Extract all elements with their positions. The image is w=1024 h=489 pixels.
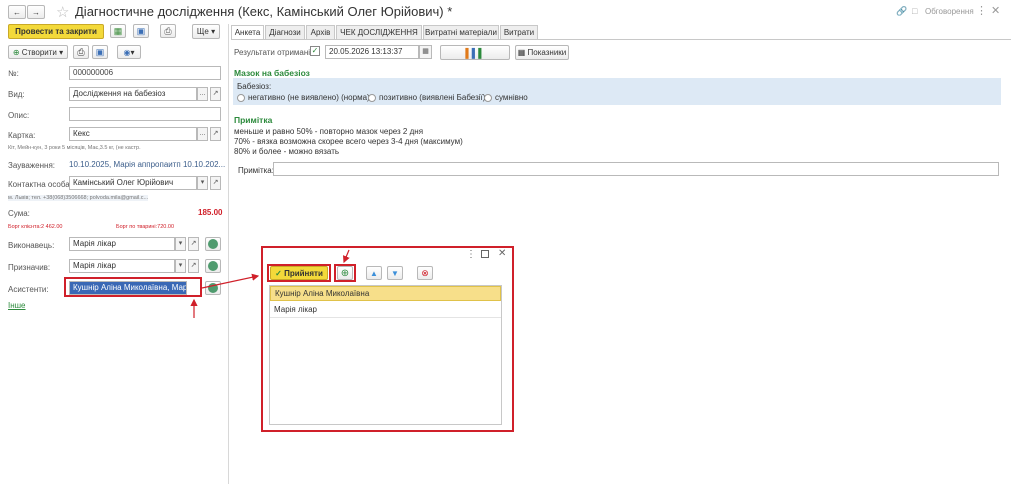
arrow-to-add-button [342, 249, 350, 264]
annotation-arrows [190, 249, 350, 318]
arrow-to-popup [201, 273, 260, 289]
